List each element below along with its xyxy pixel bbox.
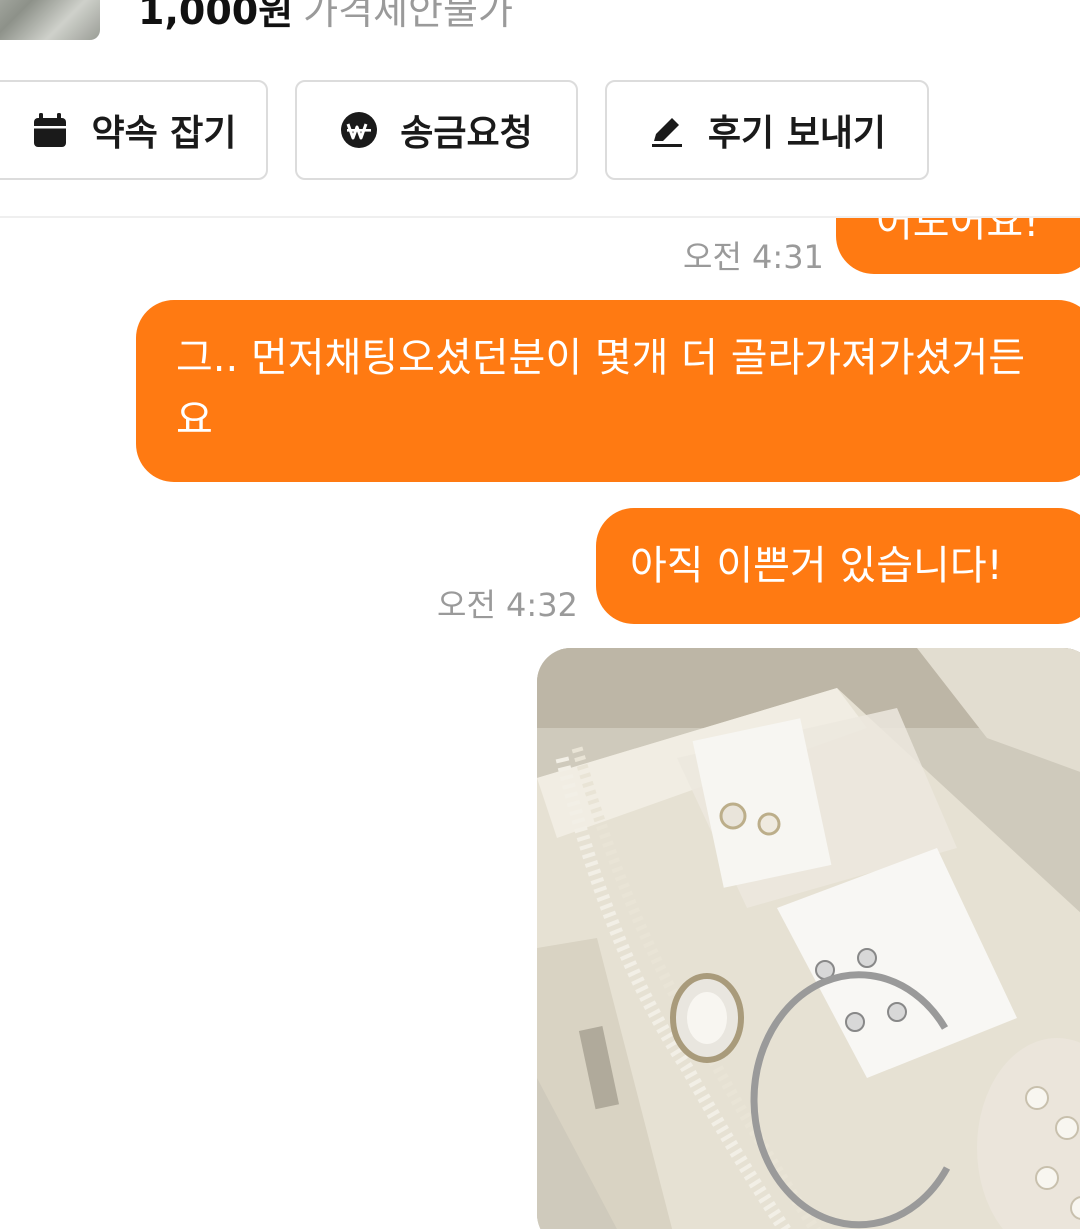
make-appointment-button[interactable]: 약속 잡기 [0,80,268,180]
send-review-button[interactable]: 후기 보내기 [605,80,929,180]
make-appointment-label: 약속 잡기 [91,113,237,154]
product-price-line: 1,000원 가격제안불가 [138,0,513,36]
message-time: 오전 4:32 [437,586,578,624]
product-thumbnail[interactable] [0,0,100,40]
product-price: 1,000원 [138,0,294,33]
message-list: 어도어요! 오전 4:31 그.. 먼저채팅오셨던분이 몇개 더 골라가져가셨거… [0,218,1080,1229]
pencil-icon [648,111,686,149]
message-bubble: 어도어요! [836,218,1080,274]
send-review-label: 후기 보내기 [707,113,887,154]
negotiation-status: 가격제안불가 [303,0,513,33]
message-bubble: 그.. 먼저채팅오셨던분이 몇개 더 골라가져가셨거든요 [136,300,1080,482]
message-bubble: 아직 이쁜거 있습니다! [596,508,1080,624]
message-time: 오전 4:31 [683,238,824,276]
jewelry-photo [537,648,1080,1229]
won-icon [340,111,378,149]
photo-message[interactable] [537,648,1080,1229]
calendar-icon [31,111,69,149]
request-payment-button[interactable]: 송금요청 [295,80,578,180]
request-payment-label: 송금요청 [400,113,533,154]
chat-screen: 1,000원 가격제안불가 약속 잡기 송금요청 후기 보내기 어도어요! 오전… [0,0,1080,1229]
